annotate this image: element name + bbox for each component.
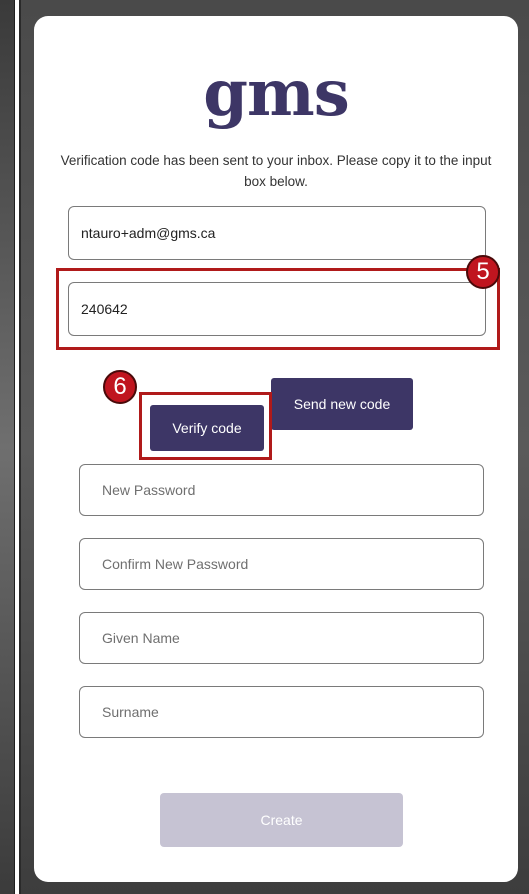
verification-code-input[interactable]: [68, 282, 486, 336]
gms-logo: gms: [203, 56, 350, 131]
surname-field[interactable]: [79, 686, 484, 738]
new-password-field[interactable]: [79, 464, 484, 516]
step-5-badge: 5: [466, 255, 500, 289]
step-6-badge: 6: [103, 370, 137, 404]
create-button[interactable]: Create: [160, 793, 403, 847]
verification-info-text: Verification code has been sent to your …: [60, 153, 492, 189]
email-field[interactable]: [68, 206, 486, 260]
given-name-field[interactable]: [79, 612, 484, 664]
signup-card: gms Verification code has been sent to y…: [34, 16, 518, 882]
verify-code-button[interactable]: Verify code: [150, 405, 264, 451]
background-left-pane: [0, 0, 15, 894]
send-new-code-button[interactable]: Send new code: [271, 378, 413, 430]
confirm-password-field[interactable]: [79, 538, 484, 590]
